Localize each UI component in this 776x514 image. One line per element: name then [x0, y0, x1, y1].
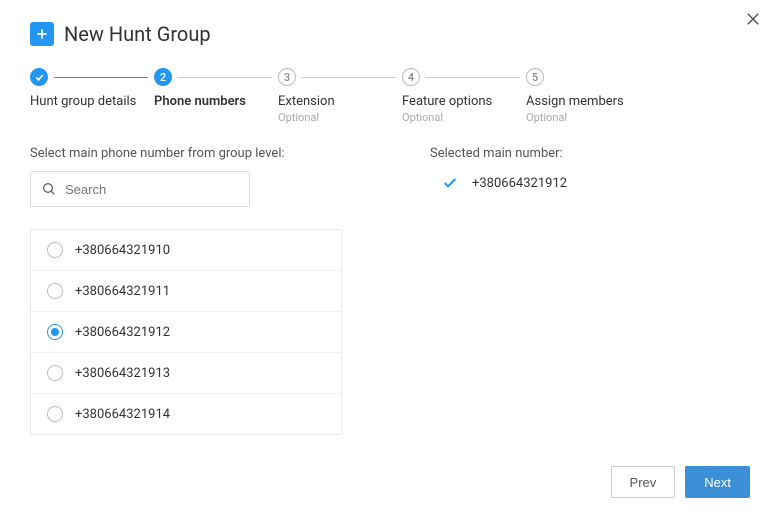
search-input-wrapper[interactable] — [30, 171, 250, 207]
step-4-indicator[interactable]: 4 — [402, 68, 420, 86]
phone-number-value: +380664321911 — [75, 284, 170, 299]
close-button[interactable] — [744, 10, 762, 32]
phone-number-option[interactable]: +380664321910 — [31, 230, 341, 271]
step-1-label: Hunt group details — [30, 94, 154, 109]
phone-number-option[interactable]: +380664321913 — [31, 353, 341, 394]
phone-number-option[interactable]: +380664321912 — [31, 312, 341, 353]
selected-number-display: +380664321912 — [430, 175, 746, 191]
radio-icon — [47, 324, 63, 340]
step-3-label: Extension — [278, 94, 402, 109]
phone-number-option[interactable]: +380664321914 — [31, 394, 341, 434]
radio-icon — [47, 365, 63, 381]
close-icon — [744, 10, 762, 28]
step-1-indicator[interactable] — [30, 68, 48, 86]
step-2-indicator[interactable]: 2 — [154, 68, 172, 86]
dialog-footer: Prev Next — [611, 466, 750, 498]
step-5-indicator[interactable]: 5 — [526, 68, 544, 86]
plus-icon — [30, 22, 54, 46]
phone-number-value: +380664321913 — [75, 366, 170, 381]
prev-button[interactable]: Prev — [611, 466, 676, 498]
step-4-label: Feature options — [402, 94, 526, 109]
phone-number-option[interactable]: +380664321911 — [31, 271, 341, 312]
select-number-label: Select main phone number from group leve… — [30, 146, 370, 161]
phone-number-value: +380664321914 — [75, 407, 170, 422]
phone-number-value: +380664321910 — [75, 243, 170, 258]
check-icon — [442, 175, 458, 191]
next-button[interactable]: Next — [685, 466, 750, 498]
selected-number-label: Selected main number: — [430, 146, 746, 161]
search-icon — [41, 181, 57, 197]
selected-number-value: +380664321912 — [472, 176, 567, 191]
step-5-sublabel: Optional — [526, 111, 636, 124]
step-4-sublabel: Optional — [402, 111, 526, 124]
phone-number-list: +380664321910 +380664321911 +38066432191… — [30, 229, 342, 435]
radio-icon — [47, 283, 63, 299]
dialog-title: New Hunt Group — [64, 22, 211, 46]
dialog-header: New Hunt Group — [0, 0, 776, 50]
radio-icon — [47, 406, 63, 422]
phone-number-value: +380664321912 — [75, 325, 170, 340]
step-3-indicator[interactable]: 3 — [278, 68, 296, 86]
check-icon — [34, 72, 45, 83]
step-2-label: Phone numbers — [154, 94, 278, 109]
wizard-stepper: Hunt group details 2 Phone numbers 3 Ext… — [0, 50, 776, 124]
step-5-label: Assign members — [526, 94, 636, 109]
search-input[interactable] — [57, 182, 239, 197]
radio-icon — [47, 242, 63, 258]
step-3-sublabel: Optional — [278, 111, 402, 124]
